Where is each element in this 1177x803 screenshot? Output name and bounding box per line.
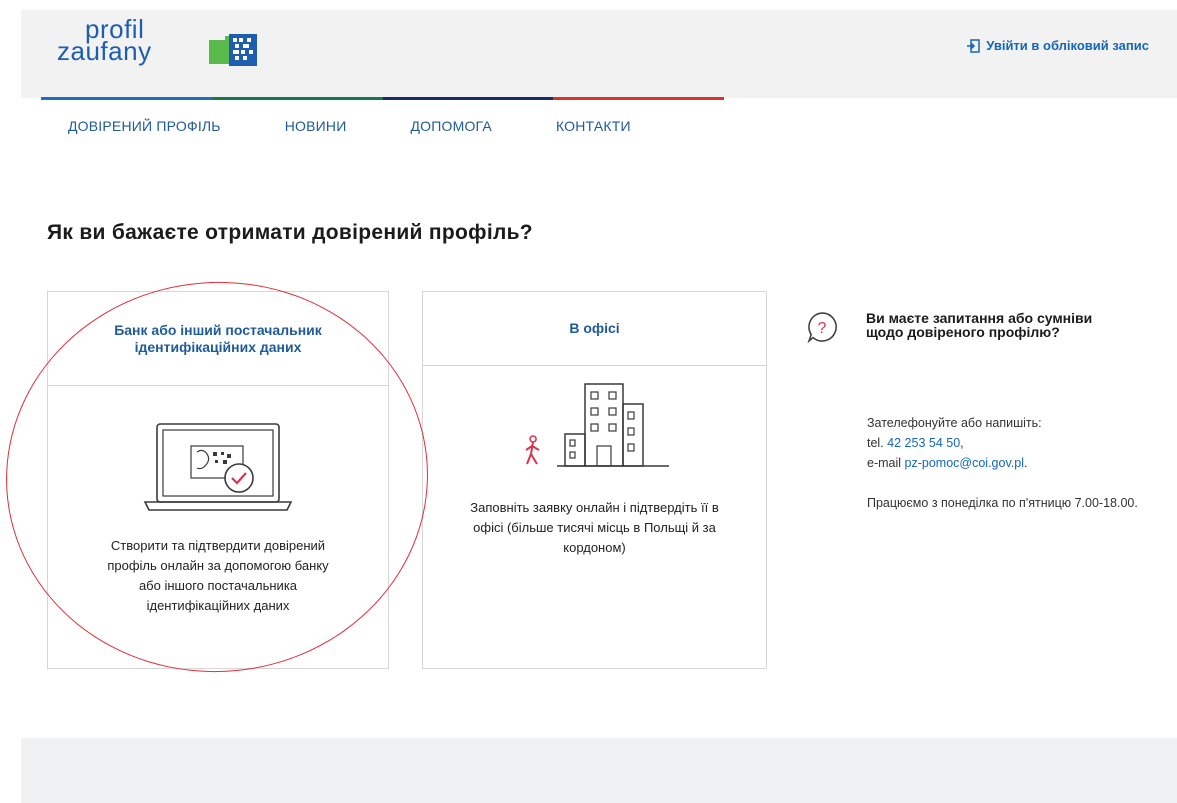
- nav-item-help[interactable]: ДОПОМОГА: [410, 118, 491, 134]
- profil-zaufany-logo[interactable]: profil zaufany: [57, 16, 257, 78]
- login-link[interactable]: Увійти в обліковий запис: [966, 38, 1149, 53]
- help-intro: Зателефонуйте або напишіть:: [867, 416, 1042, 430]
- card-title: Банк або інший постачальник ідентифікаці…: [48, 292, 388, 386]
- svg-text:?: ?: [818, 320, 827, 337]
- stripe-navy: [382, 97, 554, 100]
- stripe-blue: [41, 97, 212, 100]
- login-label: Увійти в обліковий запис: [986, 38, 1149, 53]
- nav-item-trusted-profile[interactable]: ДОВІРЕНИЙ ПРОФІЛЬ: [68, 118, 221, 134]
- main-nav: ДОВІРЕНИЙ ПРОФІЛЬ НОВИНИ ДОПОМОГА КОНТАК…: [68, 118, 695, 134]
- question-icon: ?: [807, 312, 837, 343]
- logo-line-2: zaufany: [57, 36, 152, 66]
- login-icon: [967, 38, 980, 53]
- phone-link[interactable]: 42 253 54 50: [887, 436, 960, 450]
- color-stripe: [41, 97, 724, 100]
- card-office[interactable]: В офісі Заповніть заявку онлайн і підтве…: [422, 291, 767, 669]
- card-bank-provider[interactable]: Банк або інший постачальник ідентифікаці…: [47, 291, 389, 669]
- laptop-id-icon: [143, 423, 293, 511]
- card-description: Створити та підтвердити довірений профіл…: [107, 538, 329, 613]
- tel-prefix: tel.: [867, 436, 884, 450]
- help-email-line: e-mail pz-pomoc@coi.gov.pl.: [867, 456, 1028, 470]
- page-title: Як ви бажаєте отримати довірений профіль…: [47, 221, 533, 244]
- logo-text: profil zaufany: [57, 16, 152, 66]
- header: profil zaufany Увійти в обліковий запис: [21, 10, 1177, 98]
- card-description: Заповніть заявку онлайн і підтвердіть її…: [470, 500, 719, 555]
- email-prefix: e-mail: [867, 456, 902, 470]
- office-building-icon: [525, 383, 669, 467]
- help-title: Ви маєте запитання або сумніви щодо дові…: [866, 310, 1093, 340]
- stripe-red: [553, 97, 724, 100]
- help-phone-line: tel. 42 253 54 50,: [867, 436, 964, 450]
- nav-item-contacts[interactable]: КОНТАКТИ: [556, 118, 631, 134]
- footer: [21, 738, 1177, 803]
- working-hours: Працюємо з понеділка по п'ятницю 7.00-18…: [867, 496, 1138, 510]
- email-link[interactable]: pz-pomoc@coi.gov.pl: [905, 456, 1024, 470]
- card-title: В офісі: [423, 292, 766, 366]
- stripe-green: [211, 97, 383, 100]
- help-contact: Зателефонуйте або напишіть: tel. 42 253 …: [867, 413, 1147, 513]
- nav-item-news[interactable]: НОВИНИ: [285, 118, 347, 134]
- logo-mark-icon: [209, 34, 257, 66]
